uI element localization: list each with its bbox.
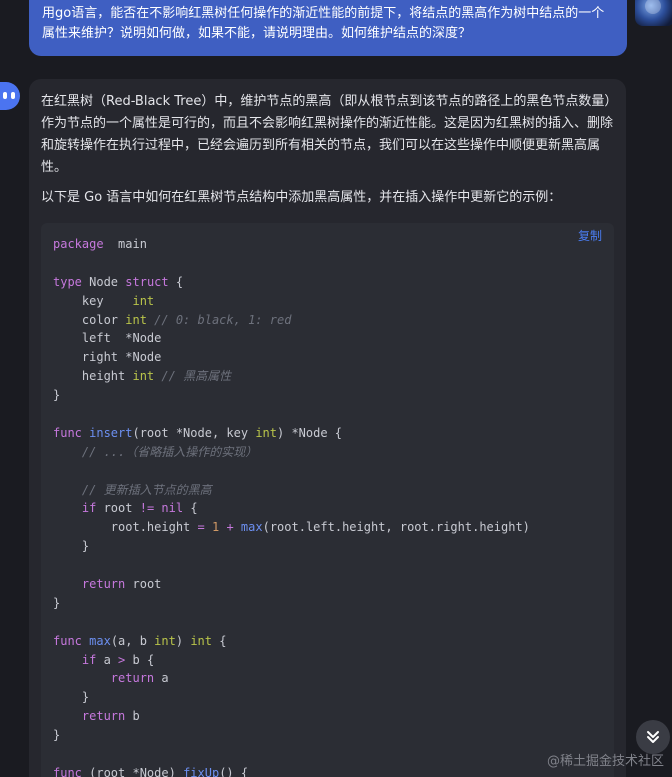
code-line: return root	[81, 577, 162, 592]
scroll-to-bottom-button[interactable]	[636, 720, 670, 754]
code-line: key int	[53, 293, 155, 308]
code-line: if root != nil {	[81, 501, 198, 516]
code-line: left *Node	[53, 331, 162, 346]
assistant-paragraph-intro: 在红黑树（Red-Black Tree）中，维护节点的黑高（即从根节点到该节点的…	[41, 94, 614, 175]
code-content: package main type Node struct { key int …	[53, 235, 602, 777]
code-line: func insert(root *Node, key int) *Node {	[53, 425, 343, 440]
user-message-bubble: 用go语言，能否在不影响红黑树任何操作的渐近性能的前提下，将结点的黑高作为树中结…	[29, 0, 627, 56]
code-block: 复制 package main type Node struct { key i…	[41, 223, 614, 777]
copy-button[interactable]: 复制	[578, 227, 602, 244]
code-line: root.height = 1 + max(root.left.height, …	[53, 520, 530, 535]
code-line: color int // 0: black, 1: red	[53, 312, 292, 327]
code-line: return a	[110, 671, 169, 686]
code-line: // ...（省略插入操作的实现）	[53, 444, 258, 459]
code-line: }	[53, 728, 61, 743]
watermark: @稀土掘金技术社区	[546, 754, 664, 769]
code-line: }	[53, 388, 61, 403]
code-line: }	[53, 690, 90, 705]
code-line: }	[53, 595, 61, 610]
code-line: return b	[81, 709, 140, 724]
code-line: package main	[53, 237, 147, 251]
code-line: // 更新插入节点的黑高	[53, 482, 212, 497]
code-line: right *Node	[53, 350, 162, 365]
code-line: type Node struct {	[53, 274, 184, 289]
code-line: func max(a, b int) int {	[53, 633, 227, 648]
assistant-paragraph-example: 以下是 Go 语言中如何在红黑树节点结构中添加黑高属性，并在插入操作中更新它的示…	[41, 190, 562, 205]
assistant-message-bubble: 在红黑树（Red-Black Tree）中，维护节点的黑高（即从根节点到该节点的…	[29, 79, 626, 777]
assistant-avatar-icon	[0, 82, 20, 110]
code-line: height int // 黑高属性	[53, 369, 232, 384]
code-line: func (root *Node) fixUp() {	[53, 765, 249, 777]
user-avatar[interactable]	[635, 0, 672, 26]
code-line: }	[53, 539, 90, 554]
user-message-text: 用go语言，能否在不影响红黑树任何操作的渐近性能的前提下，将结点的黑高作为树中结…	[42, 6, 605, 41]
double-chevron-down-icon	[647, 731, 659, 743]
code-line: if a > b {	[81, 652, 155, 667]
